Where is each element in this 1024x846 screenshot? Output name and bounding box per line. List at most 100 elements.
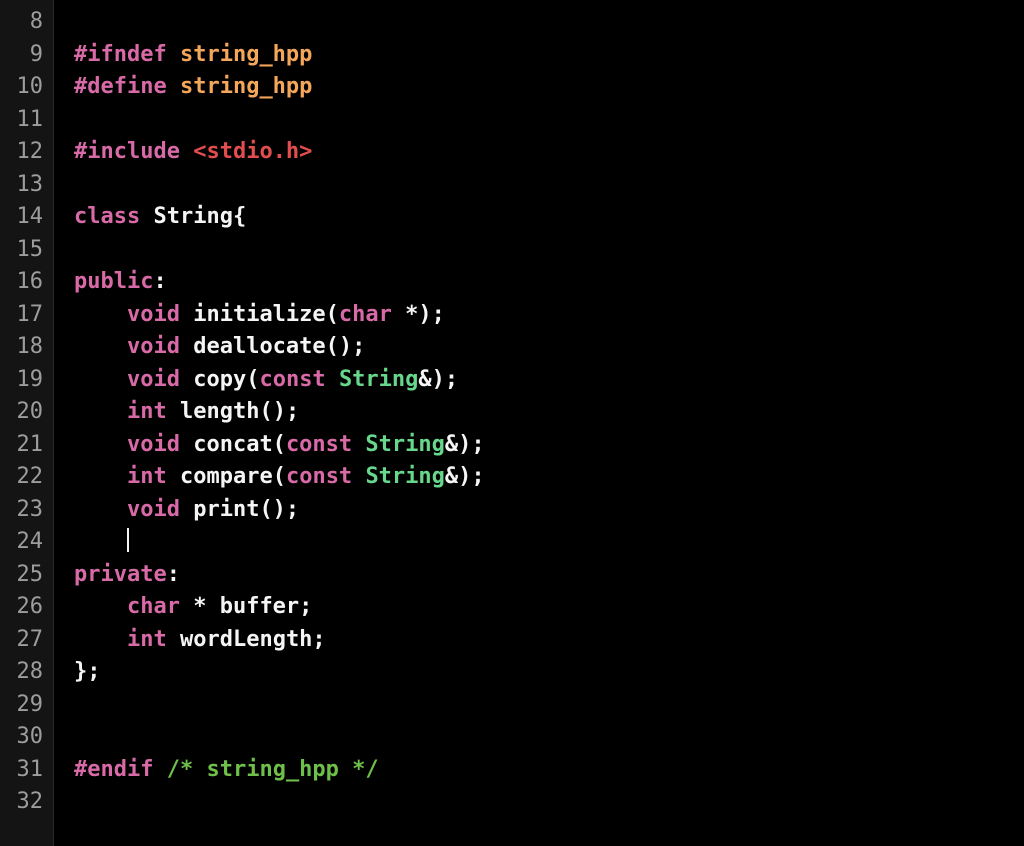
line-number: 8 [0,6,53,39]
code-line[interactable]: #endif /* string_hpp */ [74,754,485,787]
code-token [74,302,127,327]
code-token: class [74,204,140,229]
line-number: 18 [0,331,53,364]
code-token [74,367,127,392]
code-token: copy( [180,367,259,392]
code-token: #define [74,74,167,99]
line-number: 10 [0,71,53,104]
code-token: String [339,367,418,392]
code-token: const [286,464,352,489]
line-number: 21 [0,429,53,462]
code-line[interactable]: #ifndef string_hpp [74,39,485,72]
code-token: * buffer; [180,594,312,619]
code-token: length(); [167,399,299,424]
code-token: compare( [167,464,286,489]
code-token: &); [445,464,485,489]
code-token: char [127,594,180,619]
code-token: deallocate(); [180,334,365,359]
code-line[interactable]: class String{ [74,201,485,234]
code-token [352,432,365,457]
code-token [74,432,127,457]
code-line[interactable]: void initialize(char *); [74,299,485,332]
line-number: 23 [0,494,53,527]
code-line[interactable] [74,526,485,559]
code-token [167,42,180,67]
code-token: &); [418,367,458,392]
code-token [74,464,127,489]
line-number: 17 [0,299,53,332]
code-token [74,399,127,424]
code-token: /* string_hpp */ [167,757,379,782]
line-number: 11 [0,104,53,137]
code-line[interactable]: void concat(const String&); [74,429,485,462]
code-line[interactable] [74,689,485,722]
code-line[interactable] [74,234,485,267]
code-token: int [127,627,167,652]
code-line[interactable]: void deallocate(); [74,331,485,364]
code-editor: 8910111213141516171819202122232425262728… [0,0,1024,846]
code-token: #endif [74,757,153,782]
code-token: initialize( [180,302,339,327]
code-token: #include [74,139,180,164]
code-token: &); [445,432,485,457]
code-token [74,594,127,619]
code-line[interactable] [74,6,485,39]
code-token [74,497,127,522]
line-number: 19 [0,364,53,397]
code-line[interactable] [74,721,485,754]
line-number: 28 [0,656,53,689]
code-token [180,139,193,164]
line-number: 24 [0,526,53,559]
line-number: 29 [0,689,53,722]
code-token: const [286,432,352,457]
code-token: <stdio.h> [193,139,312,164]
line-number: 15 [0,234,53,267]
code-token: }; [74,659,101,684]
code-line[interactable]: #define string_hpp [74,71,485,104]
code-line[interactable]: void print(); [74,494,485,527]
line-number: 9 [0,39,53,72]
code-line[interactable]: }; [74,656,485,689]
line-number: 22 [0,461,53,494]
line-number: 32 [0,786,53,819]
code-token: : [153,269,166,294]
code-token: private [74,562,167,587]
code-line[interactable]: #include <stdio.h> [74,136,485,169]
code-line[interactable] [74,104,485,137]
line-number: 20 [0,396,53,429]
code-line[interactable]: private: [74,559,485,592]
code-token [74,529,127,554]
code-line[interactable] [74,169,485,202]
code-area[interactable]: #ifndef string_hpp#define string_hpp #inc… [54,0,485,846]
code-token [326,367,339,392]
line-number: 27 [0,624,53,657]
code-token: int [127,464,167,489]
code-line[interactable]: int compare(const String&); [74,461,485,494]
code-token: print(); [180,497,299,522]
code-line[interactable]: public: [74,266,485,299]
code-token: *); [392,302,445,327]
code-token: concat( [180,432,286,457]
code-line[interactable]: char * buffer; [74,591,485,624]
line-number: 25 [0,559,53,592]
line-number-gutter: 8910111213141516171819202122232425262728… [0,0,54,846]
code-token: #ifndef [74,42,167,67]
code-token: void [127,334,180,359]
code-token: String [365,464,444,489]
code-token [74,627,127,652]
code-token [167,74,180,99]
code-token [74,334,127,359]
code-token [352,464,365,489]
line-number: 26 [0,591,53,624]
code-line[interactable]: int length(); [74,396,485,429]
code-token [153,757,166,782]
code-line[interactable] [74,786,485,819]
line-number: 30 [0,721,53,754]
code-token: String [365,432,444,457]
code-line[interactable]: void copy(const String&); [74,364,485,397]
code-line[interactable]: int wordLength; [74,624,485,657]
code-token: public [74,269,153,294]
line-number: 16 [0,266,53,299]
line-number: 31 [0,754,53,787]
code-token: string_hpp [180,74,312,99]
